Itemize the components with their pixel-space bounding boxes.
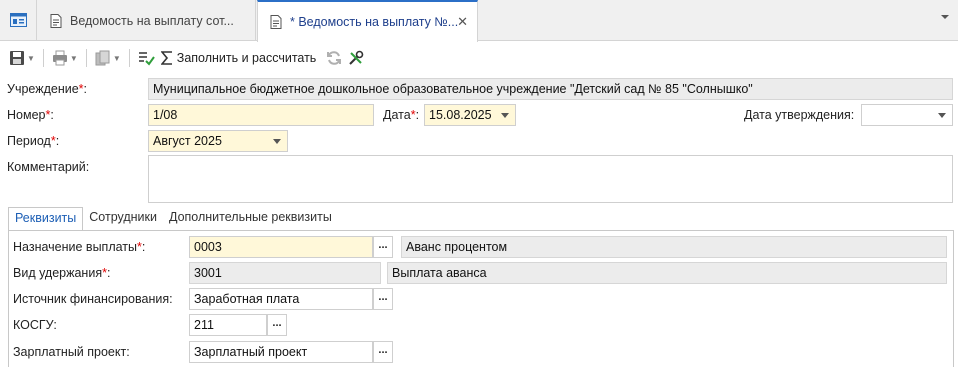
toolbar-separator <box>128 49 130 67</box>
tools-button[interactable] <box>345 46 367 70</box>
funding-source-input[interactable]: Заработная плата <box>189 288 373 310</box>
chevron-down-icon <box>501 113 509 118</box>
tab-requisites[interactable]: Реквизиты <box>8 207 84 231</box>
comment-textarea[interactable] <box>148 155 953 203</box>
payment-purpose-label: Назначение выплаты*: <box>13 240 146 254</box>
date-picker[interactable]: 15.08.2025 <box>424 104 516 126</box>
deduction-type-name-field: Выплата аванса <box>387 262 947 284</box>
chevron-down-icon: ▼ <box>69 53 78 63</box>
payment-purpose-lookup-button[interactable]: ... <box>373 236 393 258</box>
kosgu-label: КОСГУ: <box>13 318 57 332</box>
sigma-icon <box>160 51 172 65</box>
tools-icon <box>349 50 364 65</box>
toolbar-separator <box>85 49 87 67</box>
salary-project-lookup-button[interactable]: ... <box>373 341 393 363</box>
check-list-button[interactable] <box>135 46 158 70</box>
tab-list-dropdown-icon[interactable] <box>940 14 950 20</box>
tab-payroll-statement-list[interactable]: Ведомость на выплату сот... <box>38 0 256 41</box>
close-tab-icon[interactable]: ✕ <box>457 14 468 30</box>
deduction-type-label: Вид удержания*: <box>13 266 111 280</box>
kosgu-input[interactable]: 211 <box>189 314 267 336</box>
print-button[interactable]: ▼ <box>49 46 81 70</box>
printer-icon <box>52 50 67 66</box>
checklist-icon <box>138 52 155 66</box>
date-label: Дата*: <box>383 108 420 122</box>
payment-purpose-code: 0003 <box>194 240 222 254</box>
document-icon <box>50 13 62 28</box>
toolbar: ▼ ▼ ▼ Заполнить и рассчитать <box>0 43 958 73</box>
chevron-down-icon <box>273 139 281 144</box>
refresh-button[interactable] <box>323 46 345 70</box>
salary-project-input[interactable]: Зарплатный проект <box>189 341 373 363</box>
refresh-icon <box>327 51 342 65</box>
chevron-down-icon: ▼ <box>112 53 121 63</box>
documents-icon <box>95 50 110 66</box>
deduction-type-code-field: 3001 <box>189 262 381 284</box>
deduction-type-name: Выплата аванса <box>392 266 487 280</box>
window-list-icon <box>10 13 27 27</box>
payment-purpose-name-field: Аванс процентом <box>401 236 947 258</box>
date-value: 15.08.2025 <box>429 108 492 122</box>
approval-date-picker[interactable] <box>861 104 953 126</box>
period-value: Август 2025 <box>153 134 222 148</box>
deduction-type-code: 3001 <box>194 266 222 280</box>
document-tab-strip: Ведомость на выплату сот... * Ведомость … <box>0 0 958 42</box>
funding-source-value: Заработная плата <box>194 292 300 306</box>
salary-project-value: Зарплатный проект <box>194 345 308 359</box>
toolbar-separator <box>42 49 44 67</box>
document-icon <box>270 15 282 29</box>
number-label: Номер*: <box>7 108 54 122</box>
payment-purpose-code-input[interactable]: 0003 <box>189 236 373 258</box>
tab-employees[interactable]: Сотрудники <box>83 207 163 231</box>
tab-additional-requisites[interactable]: Дополнительные реквизиты <box>163 207 338 231</box>
funding-source-label: Источник финансирования: <box>13 292 173 306</box>
tab-payroll-statement-edit[interactable]: * Ведомость на выплату №... ✕ <box>257 0 478 42</box>
period-label: Период*: <box>7 134 60 148</box>
chevron-down-icon: ▼ <box>27 53 35 63</box>
save-icon <box>10 51 24 65</box>
chevron-down-icon <box>938 113 946 118</box>
approval-date-label: Дата утверждения: <box>744 108 855 122</box>
inner-tab-bar: Реквизиты Сотрудники Дополнительные рекв… <box>8 207 338 231</box>
institution-field: Муниципальное бюджетное дошкольное образ… <box>148 78 953 100</box>
number-input[interactable]: 1/08 <box>148 104 374 126</box>
tab-label: * Ведомость на выплату №... <box>290 15 459 29</box>
institution-label: Учреждение*: <box>7 82 88 96</box>
tab-label: Ведомость на выплату сот... <box>70 13 234 28</box>
salary-project-label: Зарплатный проект: <box>13 345 130 359</box>
home-tab[interactable] <box>0 0 37 41</box>
kosgu-lookup-button[interactable]: ... <box>267 314 287 336</box>
institution-value: Муниципальное бюджетное дошкольное образ… <box>153 82 753 96</box>
comment-label: Комментарий: <box>7 160 90 174</box>
payment-purpose-name: Аванс процентом <box>406 240 508 254</box>
documents-button[interactable]: ▼ <box>92 46 124 70</box>
funding-source-lookup-button[interactable]: ... <box>373 288 393 310</box>
save-button[interactable]: ▼ <box>6 46 38 70</box>
fill-and-calculate-button[interactable]: Заполнить и рассчитать <box>158 46 320 70</box>
number-value: 1/08 <box>153 108 178 122</box>
fill-and-calculate-label: Заполнить и рассчитать <box>176 51 317 65</box>
kosgu-value: 211 <box>194 318 214 332</box>
period-select[interactable]: Август 2025 <box>148 130 288 152</box>
